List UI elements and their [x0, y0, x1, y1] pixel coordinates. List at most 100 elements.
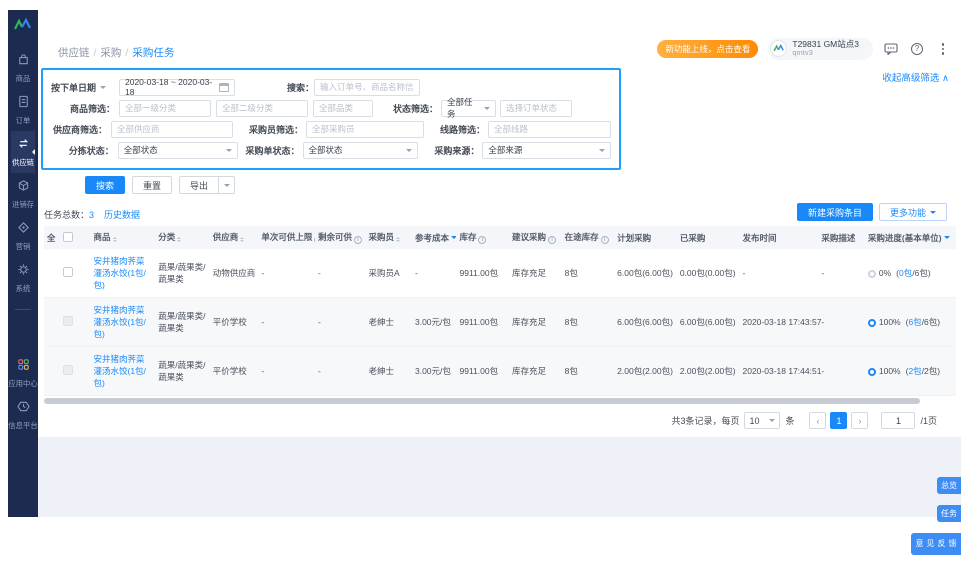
cell-sel [44, 347, 60, 396]
reset-button[interactable]: 重置 [132, 176, 172, 194]
column-header-cost[interactable]: 参考成本 [412, 226, 456, 249]
column-header-progress[interactable]: 采购进度(基本单位) [865, 226, 956, 249]
cell-limit: - [258, 298, 315, 347]
export-button[interactable]: 导出 [179, 176, 219, 194]
sidebar-item-应用中心[interactable]: 应用中心 [7, 352, 39, 394]
cell-transit: 8包 [562, 298, 615, 347]
inventory-box-icon [17, 179, 30, 197]
cell-product: 安井猪肉荠菜灌汤水饺(1包/包) [91, 347, 156, 396]
cell-progress: 100%(2包/2包) [865, 347, 956, 396]
sidebar-item-商品[interactable]: 商品 [11, 47, 35, 89]
category-level1-input[interactable] [119, 100, 211, 117]
source-label: 采购来源： [434, 144, 479, 157]
breadcrumb: 供应链/采购/采购任务 [58, 45, 174, 60]
avatar [770, 40, 787, 57]
column-header-product[interactable]: 商品 [91, 226, 156, 249]
cell-publish: 2020-03-18 17:44:51 [740, 347, 819, 396]
po-status-select[interactable]: 全部状态 [303, 142, 419, 159]
select-all-checkbox[interactable] [63, 232, 73, 242]
export-dropdown-button[interactable] [219, 176, 235, 194]
sidebar: 商品订单供应链进销存营销系统 应用中心信息平台 [8, 10, 38, 517]
page-jump-input[interactable] [881, 412, 915, 429]
info-icon[interactable]: i [601, 236, 609, 244]
product-link[interactable]: 安井猪肉荠菜灌汤水饺(1包/包) [94, 305, 146, 339]
cell-cost: 3.00元/包 [412, 347, 456, 396]
breadcrumb-item[interactable]: 供应链 [58, 47, 90, 59]
supplier-input[interactable] [111, 121, 233, 138]
search-button[interactable]: 搜索 [85, 176, 125, 194]
cell-transit: 8包 [562, 249, 615, 298]
history-data-link[interactable]: 历史数据 [104, 208, 140, 221]
feedback-tab[interactable]: 意见反馈 [911, 533, 961, 555]
sidebar-item-进销存[interactable]: 进销存 [11, 173, 35, 215]
info-icon[interactable]: i [478, 236, 486, 244]
buyer-input[interactable] [306, 121, 424, 138]
sort-desc-icon [451, 236, 456, 242]
cell-suggest: 库存充足 [509, 347, 562, 396]
sorting-status-select[interactable]: 全部状态 [118, 142, 238, 159]
info-icon[interactable]: i [314, 236, 315, 244]
topbar: 供应链/采购/采购任务 新功能上线，点击查看 T29831 GM站点3 qmt [38, 10, 961, 66]
buyer-filter-label: 采购员筛选： [249, 123, 303, 136]
cell-remain: - [315, 347, 366, 396]
cell-remain: - [315, 249, 366, 298]
product-link[interactable]: 安井猪肉荠菜灌汤水饺(1包/包) [94, 354, 146, 388]
sidebar-item-供应链[interactable]: 供应链 [11, 131, 35, 173]
cell-checkbox [60, 249, 90, 298]
category-level2-input[interactable] [216, 100, 308, 117]
cell-category: 蔬果/蔬果类/蔬果类 [155, 347, 210, 396]
cell-limit: - [258, 249, 315, 298]
cell-sel [44, 249, 60, 298]
pagination-total-text: 共3条记录，每页 [671, 414, 739, 427]
cell-purchased: 0.00包(0.00包) [677, 249, 740, 298]
info-icon[interactable]: i [548, 236, 556, 244]
sidebar-item-营销[interactable]: 营销 [11, 215, 35, 257]
column-header-buyer[interactable]: 采购员 [365, 226, 412, 249]
create-purchase-entry-button[interactable]: 新建采购条目 [797, 203, 873, 221]
source-select[interactable]: 全部来源 [482, 142, 611, 159]
sidebar-item-系统[interactable]: 系统 [11, 257, 35, 299]
anchor-tab-task[interactable]: 任务 [937, 505, 961, 522]
prev-page-button[interactable]: ‹ [809, 412, 826, 429]
product-filter-label: 商品筛选： [51, 102, 115, 115]
route-input[interactable] [488, 121, 611, 138]
category-brand-input[interactable] [313, 100, 373, 117]
order-status-input[interactable] [500, 100, 572, 117]
collapse-advanced-filter-link[interactable]: 收起高级筛选 ∧ [882, 70, 949, 84]
row-checkbox[interactable] [63, 267, 73, 277]
product-link[interactable]: 安井猪肉荠菜灌汤水饺(1包/包) [94, 256, 146, 290]
cell-stock: 9911.00包 [456, 298, 509, 347]
column-header-supplier[interactable]: 供应商 [210, 226, 259, 249]
sidebar-item-订单[interactable]: 订单 [11, 89, 35, 131]
column-header-suggest: 建议采购i [509, 226, 562, 249]
user-menu[interactable]: T29831 GM站点3 qmtv3 [768, 38, 873, 60]
marketing-tag-icon [17, 221, 30, 239]
next-page-button[interactable]: › [851, 412, 868, 429]
task-status-select[interactable]: 全部任务 [441, 100, 496, 117]
info-icon[interactable]: i [354, 236, 362, 244]
date-type-select[interactable]: 按下单日期 [51, 81, 115, 94]
sort-icon [240, 235, 244, 244]
column-header-category[interactable]: 分类 [155, 226, 210, 249]
progress-ring-icon [868, 319, 876, 327]
sidebar-item-信息平台[interactable]: 信息平台 [7, 394, 39, 436]
page-1-button[interactable]: 1 [830, 412, 847, 429]
search-input[interactable] [314, 79, 420, 96]
chevron-down-icon [484, 107, 490, 113]
message-icon[interactable] [883, 41, 899, 57]
date-range-input[interactable]: 2020-03-18 ~ 2020-03-18 [119, 79, 235, 96]
column-header-checkbox[interactable] [60, 226, 90, 249]
cell-desc: - [818, 249, 865, 298]
chevron-down-icon [224, 184, 230, 190]
help-icon[interactable]: ? [909, 41, 925, 57]
anchor-tab-overview[interactable]: 总览 [937, 477, 961, 494]
more-kebab-icon[interactable] [935, 41, 951, 57]
per-page-select[interactable]: 10 [744, 412, 780, 429]
more-functions-button[interactable]: 更多功能 [879, 203, 947, 221]
cell-supplier: 平价学校 [210, 347, 259, 396]
sidebar-item-label: 订单 [16, 115, 31, 125]
new-feature-badge[interactable]: 新功能上线，点击查看 [657, 40, 758, 58]
breadcrumb-item[interactable]: 采购 [100, 47, 121, 59]
cell-progress: 0%(0包/6包) [865, 249, 956, 298]
sort-icon [113, 235, 117, 244]
